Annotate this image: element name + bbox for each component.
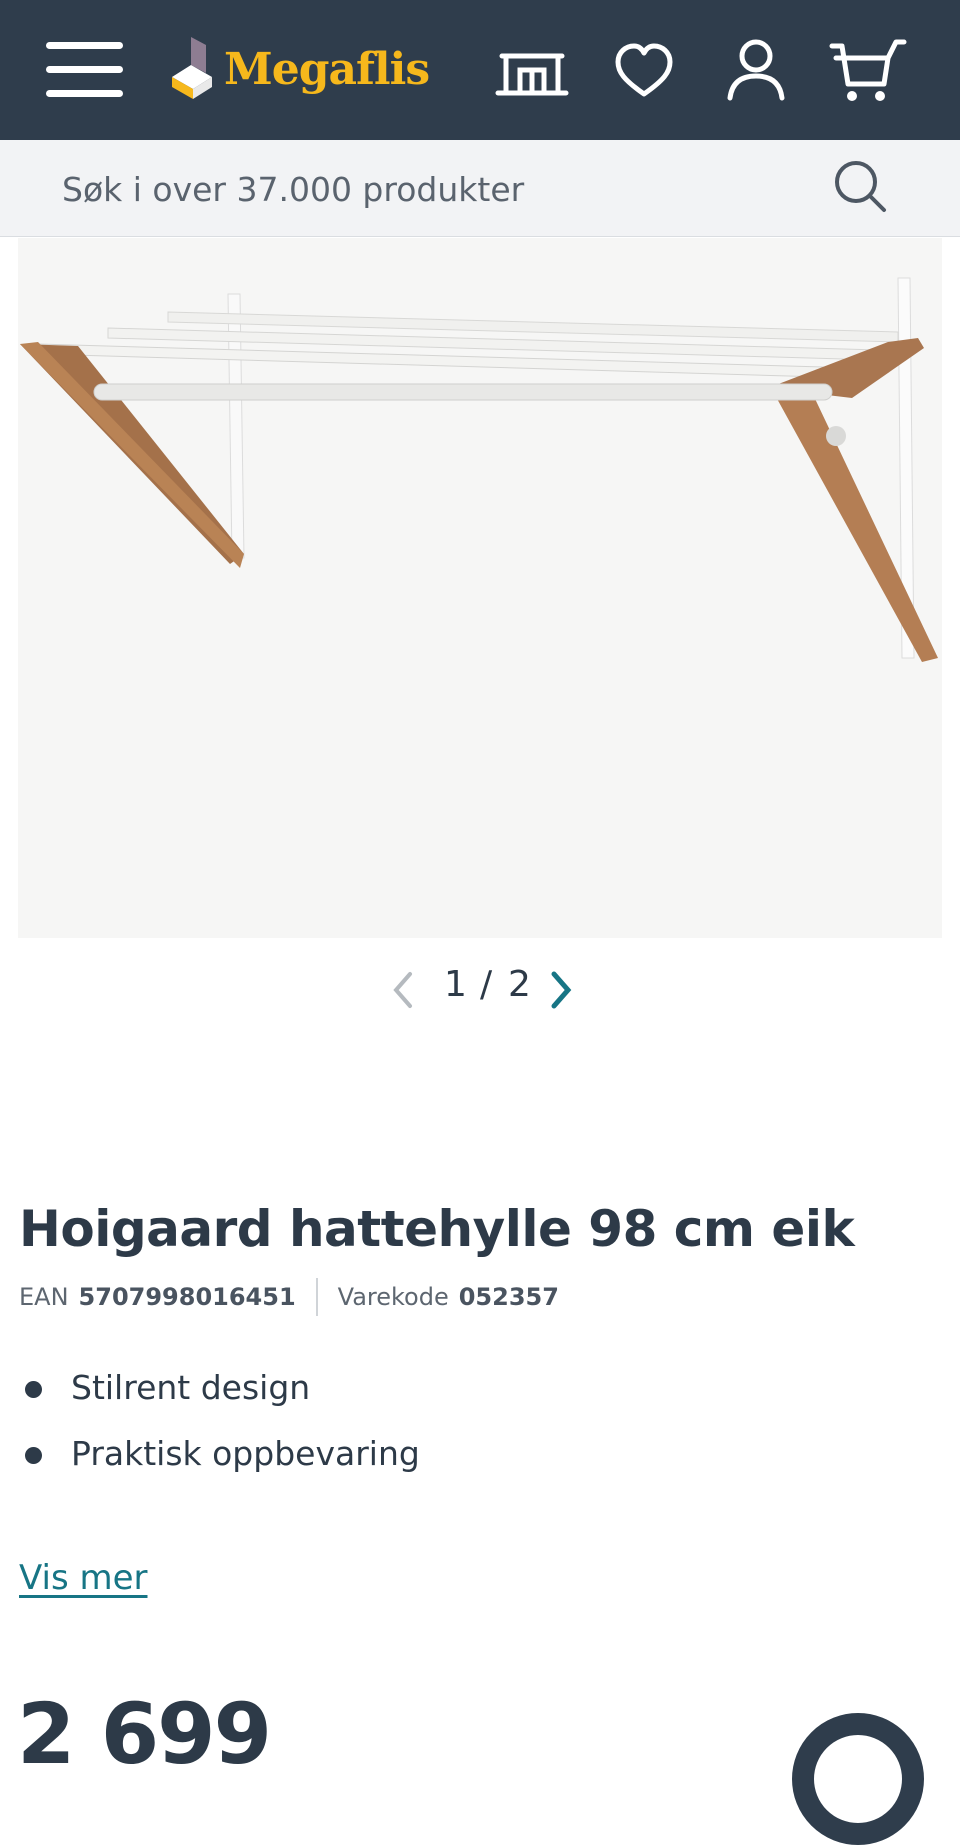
top-header: Megaflis — [0, 0, 960, 140]
brand-name: Megaflis — [224, 44, 430, 95]
heart-icon[interactable] — [604, 36, 684, 106]
feature-item: Praktisk oppbevaring — [19, 1426, 420, 1492]
search-input[interactable] — [60, 158, 804, 220]
chevron-right-icon[interactable] — [540, 968, 580, 1012]
menu-icon[interactable] — [46, 42, 123, 98]
page-separator: / — [480, 964, 493, 1005]
hat-shelf-illustration — [20, 277, 938, 662]
current-page: 1 — [444, 964, 467, 1005]
user-icon[interactable] — [716, 36, 796, 106]
product-title: Hoigaard hattehylle 98 cm eik — [19, 1200, 855, 1258]
ean-label: EAN — [19, 1283, 69, 1311]
feature-list: Stilrent design Praktisk oppbevaring — [19, 1360, 420, 1492]
product-identifiers: EAN 5707998016451 Varekode 052357 — [19, 1278, 559, 1316]
feature-item: Stilrent design — [19, 1360, 420, 1426]
brand-logo[interactable]: Megaflis — [166, 32, 430, 107]
cart-icon[interactable] — [828, 36, 908, 106]
search-bar — [0, 140, 960, 237]
show-more-link[interactable]: Vis mer — [19, 1558, 148, 1598]
chevron-left-icon[interactable] — [384, 968, 424, 1012]
ean-value: 5707998016451 — [78, 1283, 296, 1311]
store-icon[interactable] — [492, 36, 572, 106]
divider — [315, 1278, 318, 1316]
total-pages: 2 — [508, 964, 531, 1005]
code-value: 052357 — [458, 1283, 559, 1311]
image-pager: 1 / 2 — [0, 960, 960, 1020]
circle-badge-icon[interactable] — [792, 1713, 924, 1845]
search-icon[interactable] — [832, 158, 888, 214]
code-label: Varekode — [337, 1283, 449, 1311]
product-price: 2 699 — [17, 1685, 272, 1783]
product-image[interactable] — [18, 238, 942, 938]
logo-cube-icon — [172, 36, 212, 99]
